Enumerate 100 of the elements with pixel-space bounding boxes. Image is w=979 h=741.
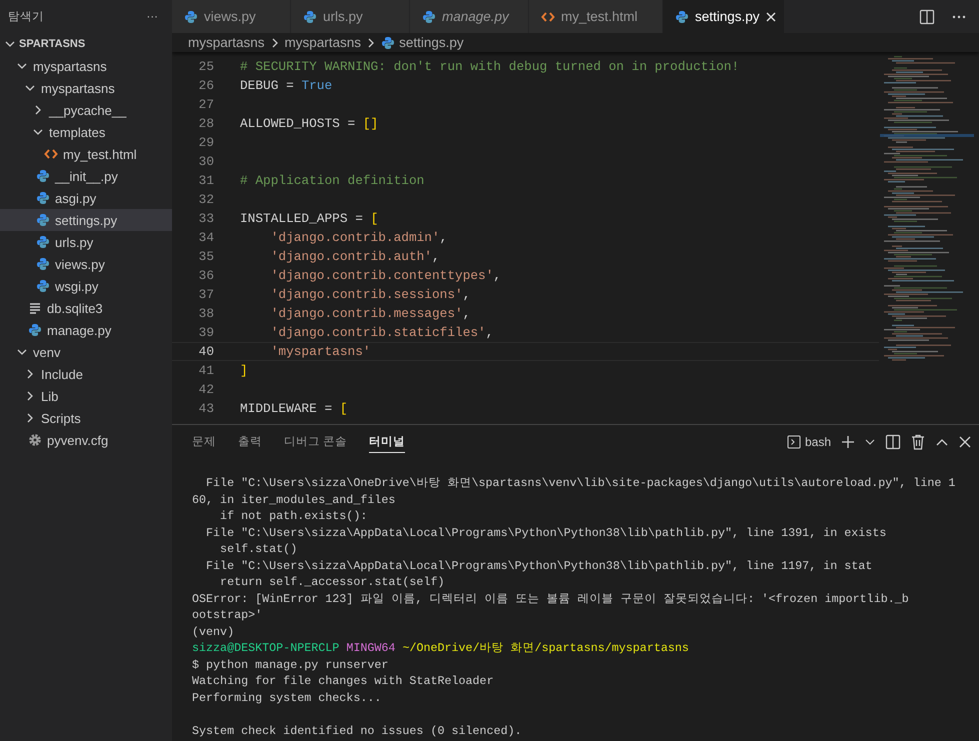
code-line: DEBUG = True — [240, 78, 332, 93]
panel-tab[interactable]: 터미널 — [369, 430, 406, 453]
tree-item[interactable]: Scripts — [0, 407, 172, 429]
editor-tab[interactable]: manage.py — [410, 0, 529, 33]
terminal-line: OSError: [WinError 123] 파일 이름, 디렉터리 이름 또는 볼륨 레이블 구문이 잘못되었습니다: '<frozen importlib._b — [192, 590, 910, 607]
line-number: 30 — [198, 154, 214, 169]
line-number: 27 — [198, 97, 214, 112]
tree-item[interactable]: pyvenv.cfg — [0, 429, 172, 451]
tree-item[interactable]: settings.py — [0, 209, 172, 231]
python-file-icon — [28, 323, 42, 337]
code-line: 'django.contrib.messages', — [270, 306, 470, 321]
tree-item[interactable]: wsgi.py — [0, 275, 172, 297]
python-file-icon — [36, 235, 50, 249]
tree-item[interactable]: manage.py — [0, 319, 172, 341]
tree-item[interactable]: asgi.py — [0, 187, 172, 209]
trash-icon[interactable] — [911, 434, 925, 450]
tree-item[interactable]: Lib — [0, 385, 172, 407]
python-file-icon — [36, 257, 50, 271]
terminal-shell-button[interactable]: bash — [786, 434, 831, 448]
terminal-line: $ python manage.py runserver — [192, 656, 390, 673]
line-number: 43 — [198, 401, 214, 416]
python-file-icon — [36, 213, 50, 227]
code-brackets-icon — [44, 147, 58, 161]
split-editor-icon[interactable] — [919, 8, 935, 24]
code-line: 'django.contrib.staticfiles', — [270, 325, 494, 340]
tree-item[interactable]: views.py — [0, 253, 172, 275]
panel-tab[interactable]: 디버그 콘솔 — [284, 430, 348, 453]
python-file-icon — [36, 279, 50, 293]
line-number: 39 — [198, 325, 214, 340]
tree-item[interactable]: my_test.html — [0, 143, 172, 165]
python-file-icon — [422, 10, 436, 24]
tree-item[interactable]: db.sqlite3 — [0, 297, 172, 319]
breadcrumb-item[interactable]: myspartasns — [284, 35, 362, 50]
code-line: INSTALLED_APPS = [ — [240, 211, 378, 226]
python-file-icon — [381, 36, 396, 50]
terminal-line: 60, in iter_modules_and_files — [192, 492, 396, 508]
code-line: # SECURITY WARNING: don't run with debug turned on in production! — [240, 59, 740, 74]
line-number: 25 — [198, 59, 214, 74]
plus-icon[interactable] — [841, 434, 855, 448]
terminal-icon — [786, 434, 801, 448]
terminal-line: File "C:\Users\sizza\AppData\Local\Programs\Python\Python38\lib\pathlib.py", line 1391, in exists — [205, 524, 888, 541]
line-number: 40 — [198, 344, 214, 359]
line-number: 28 — [198, 116, 214, 131]
line-number: 36 — [198, 268, 214, 283]
panel-tab[interactable]: 문제 — [192, 430, 216, 453]
editor-tab[interactable]: urls.py — [291, 0, 410, 33]
panel-tab[interactable]: 출력 — [238, 430, 262, 453]
line-number: 29 — [198, 135, 214, 150]
terminal-line: self.stat() — [219, 541, 298, 558]
terminal-line: ootstrap>' — [192, 607, 264, 624]
line-number: 38 — [198, 306, 214, 321]
tree-item[interactable]: venv — [0, 341, 172, 363]
line-number: 41 — [198, 363, 214, 378]
close-icon[interactable] — [959, 436, 971, 448]
editor-tab[interactable]: views.py — [172, 0, 291, 33]
line-number: 32 — [198, 192, 214, 207]
tree-item[interactable]: urls.py — [0, 231, 172, 253]
gear-icon — [28, 433, 42, 447]
terminal-line: Performing system checks... — [192, 690, 382, 706]
tree-item[interactable]: myspartasns — [0, 77, 172, 99]
line-number: 33 — [198, 211, 214, 226]
close-icon[interactable] — [766, 12, 776, 22]
line-number: 42 — [198, 382, 214, 397]
split-terminal-icon[interactable] — [885, 434, 901, 450]
terminal-line: Watching for file changes with StatReloader — [192, 673, 495, 690]
editor-tab[interactable]: my_test.html — [529, 0, 663, 33]
code-line: 'django.contrib.auth', — [270, 249, 440, 264]
code-line: ] — [240, 363, 248, 378]
line-number: 34 — [198, 230, 214, 245]
terminal-prompt: sizza@DESKTOP-NPERCLP MINGW64 ~/OneDrive/바탕 화면/spartasns/myspartasns — [192, 640, 690, 656]
line-number: 26 — [198, 78, 214, 93]
editor-tab[interactable]: settings.py — [663, 0, 785, 33]
tree-item[interactable]: myspartasns — [0, 55, 172, 77]
code-line: ALLOWED_HOSTS = [] — [240, 116, 378, 131]
breadcrumb-item[interactable]: settings.py — [399, 35, 464, 50]
python-file-icon — [184, 10, 198, 24]
code-line: # Application definition — [240, 173, 424, 188]
terminal-line: return self._accessor.stat(self) — [219, 574, 446, 590]
code-line: MIDDLEWARE = [ — [240, 401, 348, 416]
python-file-icon — [36, 191, 50, 205]
code-line: 'myspartasns' — [270, 344, 371, 359]
terminal-line: if not path.exists(): — [219, 508, 368, 524]
chevron-down-icon[interactable] — [865, 436, 875, 446]
code-line: 'django.contrib.admin', — [270, 230, 448, 245]
line-number: 31 — [198, 173, 214, 188]
tree-item[interactable]: templates — [0, 121, 172, 143]
tree-item[interactable]: __init__.py — [0, 165, 172, 187]
tree-item[interactable]: __pycache__ — [0, 99, 172, 121]
code-brackets-icon — [541, 10, 555, 24]
line-number: 37 — [198, 287, 214, 302]
section-header[interactable]: SPARTASNS — [0, 33, 86, 55]
code-line: 'django.contrib.contenttypes', — [270, 268, 502, 283]
more-actions-button[interactable]: ··· — [146, 10, 158, 22]
line-number: 35 — [198, 249, 214, 264]
python-file-icon — [303, 10, 317, 24]
terminal-line: System check identified no issues (0 silenced). — [192, 722, 523, 739]
breadcrumb-item[interactable]: myspartasns — [188, 35, 265, 50]
code-line: 'django.contrib.sessions', — [270, 287, 470, 302]
tree-item[interactable]: Include — [0, 363, 172, 385]
python-file-icon — [675, 10, 689, 24]
